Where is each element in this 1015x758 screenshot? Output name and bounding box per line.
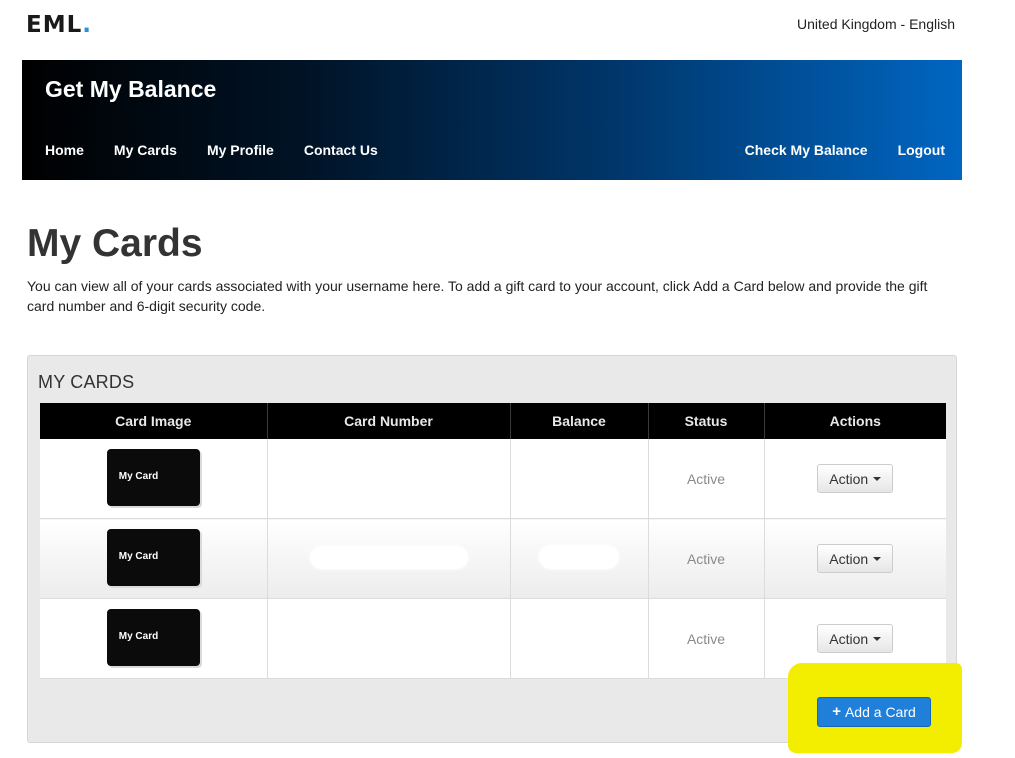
nav-my-cards[interactable]: My Cards: [114, 142, 177, 158]
card-number-cell: [267, 439, 511, 519]
table-header-row: Card Image Card Number Balance Status Ac…: [40, 403, 946, 439]
action-dropdown-button[interactable]: Action: [817, 544, 894, 573]
card-number-cell: [267, 518, 511, 599]
redacted-balance: [539, 545, 619, 569]
caret-down-icon: [873, 556, 882, 561]
nav-check-my-balance[interactable]: Check My Balance: [745, 142, 868, 158]
table-row: My Card Active Action: [40, 518, 946, 599]
cards-table: Card Image Card Number Balance Status Ac…: [40, 403, 946, 679]
column-header-card-number: Card Number: [267, 403, 511, 439]
card-thumbnail[interactable]: My Card: [106, 448, 200, 506]
nav-home[interactable]: Home: [45, 142, 84, 158]
header-title: Get My Balance: [45, 76, 217, 102]
actions-cell: Action: [764, 439, 946, 519]
card-image-cell: My Card: [40, 598, 268, 679]
account-nav: Check My Balance Logout: [745, 142, 945, 158]
nav-my-profile[interactable]: My Profile: [207, 142, 274, 158]
card-thumbnail-label: My Card: [118, 470, 159, 482]
panel-title: MY CARDS: [38, 372, 135, 392]
add-a-card-label: Add a Card: [844, 704, 916, 720]
card-thumbnail[interactable]: My Card: [106, 608, 200, 666]
card-number-cell: [267, 598, 511, 679]
main-nav: Home My Cards My Profile Contact Us: [45, 142, 378, 158]
column-header-status: Status: [648, 403, 765, 439]
logo-dot: .: [82, 12, 93, 38]
balance-cell: [510, 439, 649, 519]
status-cell: Active: [648, 518, 765, 599]
column-header-actions: Actions: [764, 403, 946, 439]
card-thumbnail-label: My Card: [118, 550, 159, 562]
locale-selector[interactable]: United Kingdom - English: [797, 16, 955, 32]
balance-cell: [510, 598, 649, 679]
nav-logout[interactable]: Logout: [898, 142, 945, 158]
column-header-card-image: Card Image: [40, 403, 268, 439]
logo-text: EML: [26, 12, 83, 38]
nav-contact-us[interactable]: Contact Us: [304, 142, 378, 158]
site-header: Get My Balance Home My Cards My Profile …: [22, 60, 962, 180]
action-button-label: Action: [829, 550, 869, 567]
card-image-cell: My Card: [40, 439, 268, 519]
action-dropdown-button[interactable]: Action: [817, 624, 894, 653]
table-row: My Card Active Action: [40, 439, 946, 519]
add-a-card-button[interactable]: + Add a Card: [817, 697, 931, 727]
page-intro: You can view all of your cards associate…: [27, 278, 928, 314]
actions-cell: Action: [764, 518, 946, 599]
action-dropdown-button[interactable]: Action: [817, 464, 894, 493]
redacted-card-number: [309, 545, 468, 569]
balance-cell: [510, 518, 649, 599]
status-cell: Active: [648, 598, 765, 679]
caret-down-icon: [873, 636, 882, 641]
eml-logo[interactable]: EML.: [26, 12, 92, 38]
column-header-balance: Balance: [510, 403, 649, 439]
action-button-label: Action: [829, 630, 869, 647]
card-thumbnail[interactable]: My Card: [106, 528, 200, 586]
card-thumbnail-label: My Card: [118, 630, 159, 642]
page-title: My Cards: [27, 222, 203, 265]
card-image-cell: My Card: [40, 518, 268, 599]
page-root: EML. United Kingdom - English Get My Bal…: [0, 0, 1015, 758]
caret-down-icon: [873, 476, 882, 481]
status-cell: Active: [648, 439, 765, 519]
action-button-label: Action: [829, 470, 869, 487]
plus-icon: +: [832, 703, 841, 720]
